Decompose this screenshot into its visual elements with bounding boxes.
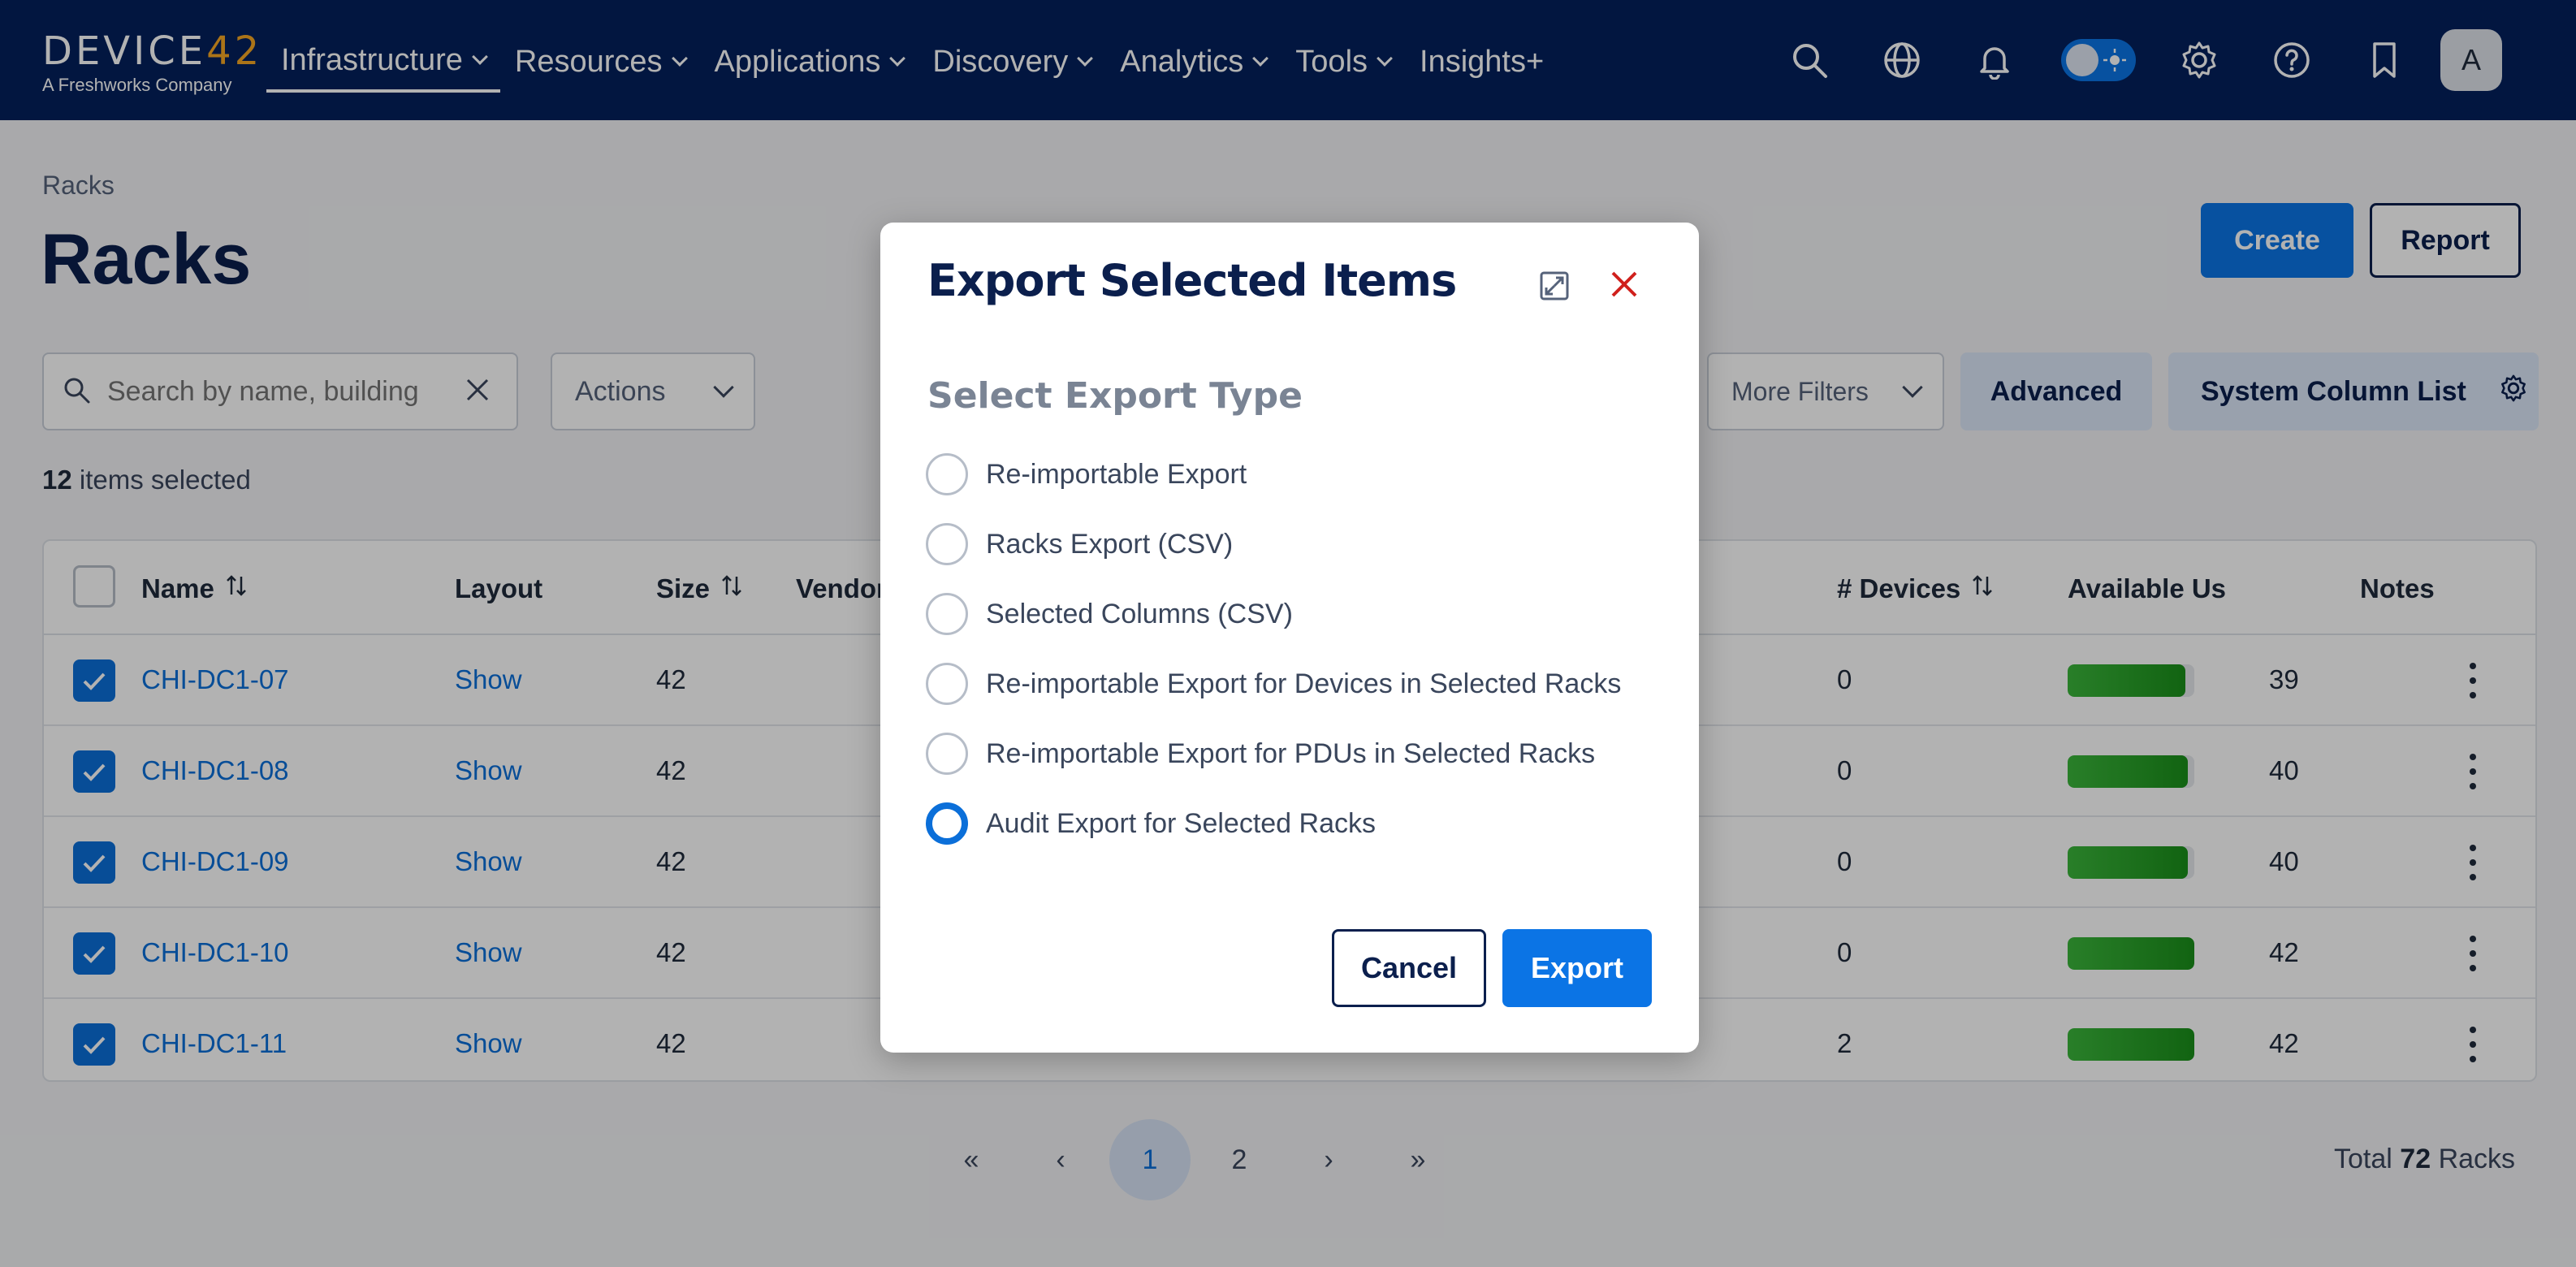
export-dialog: Export Selected Items Select Export Type…: [880, 223, 1699, 1053]
radio-button[interactable]: [926, 593, 968, 635]
option-label: Re-importable Export: [986, 458, 1247, 490]
option-pdus-export[interactable]: Re-importable Export for PDUs in Selecte…: [926, 731, 1595, 776]
option-label: Selected Columns (CSV): [986, 598, 1293, 629]
option-devices-export[interactable]: Re-importable Export for Devices in Sele…: [926, 661, 1621, 707]
option-label: Racks Export (CSV): [986, 528, 1234, 560]
expand-icon[interactable]: [1537, 268, 1572, 304]
dialog-title: Export Selected Items: [927, 255, 1457, 306]
radio-button[interactable]: [926, 453, 968, 495]
option-label: Re-importable Export for PDUs in Selecte…: [986, 737, 1596, 769]
option-racks-export-csv[interactable]: Racks Export (CSV): [926, 521, 1233, 567]
radio-button[interactable]: [926, 663, 968, 705]
option-label: Audit Export for Selected Racks: [986, 807, 1377, 839]
option-selected-columns-csv[interactable]: Selected Columns (CSV): [926, 591, 1293, 637]
option-reimportable-export[interactable]: Re-importable Export: [926, 452, 1247, 497]
export-button[interactable]: Export: [1502, 929, 1652, 1007]
option-audit-export[interactable]: Audit Export for Selected Racks: [926, 801, 1376, 846]
radio-button[interactable]: [926, 523, 968, 565]
option-label: Re-importable Export for Devices in Sele…: [986, 668, 1622, 699]
export-type-heading: Select Export Type: [927, 375, 1303, 417]
cancel-button[interactable]: Cancel: [1332, 929, 1486, 1007]
radio-button[interactable]: [926, 733, 968, 775]
close-icon[interactable]: [1606, 266, 1642, 302]
radio-button-selected[interactable]: [926, 802, 968, 845]
